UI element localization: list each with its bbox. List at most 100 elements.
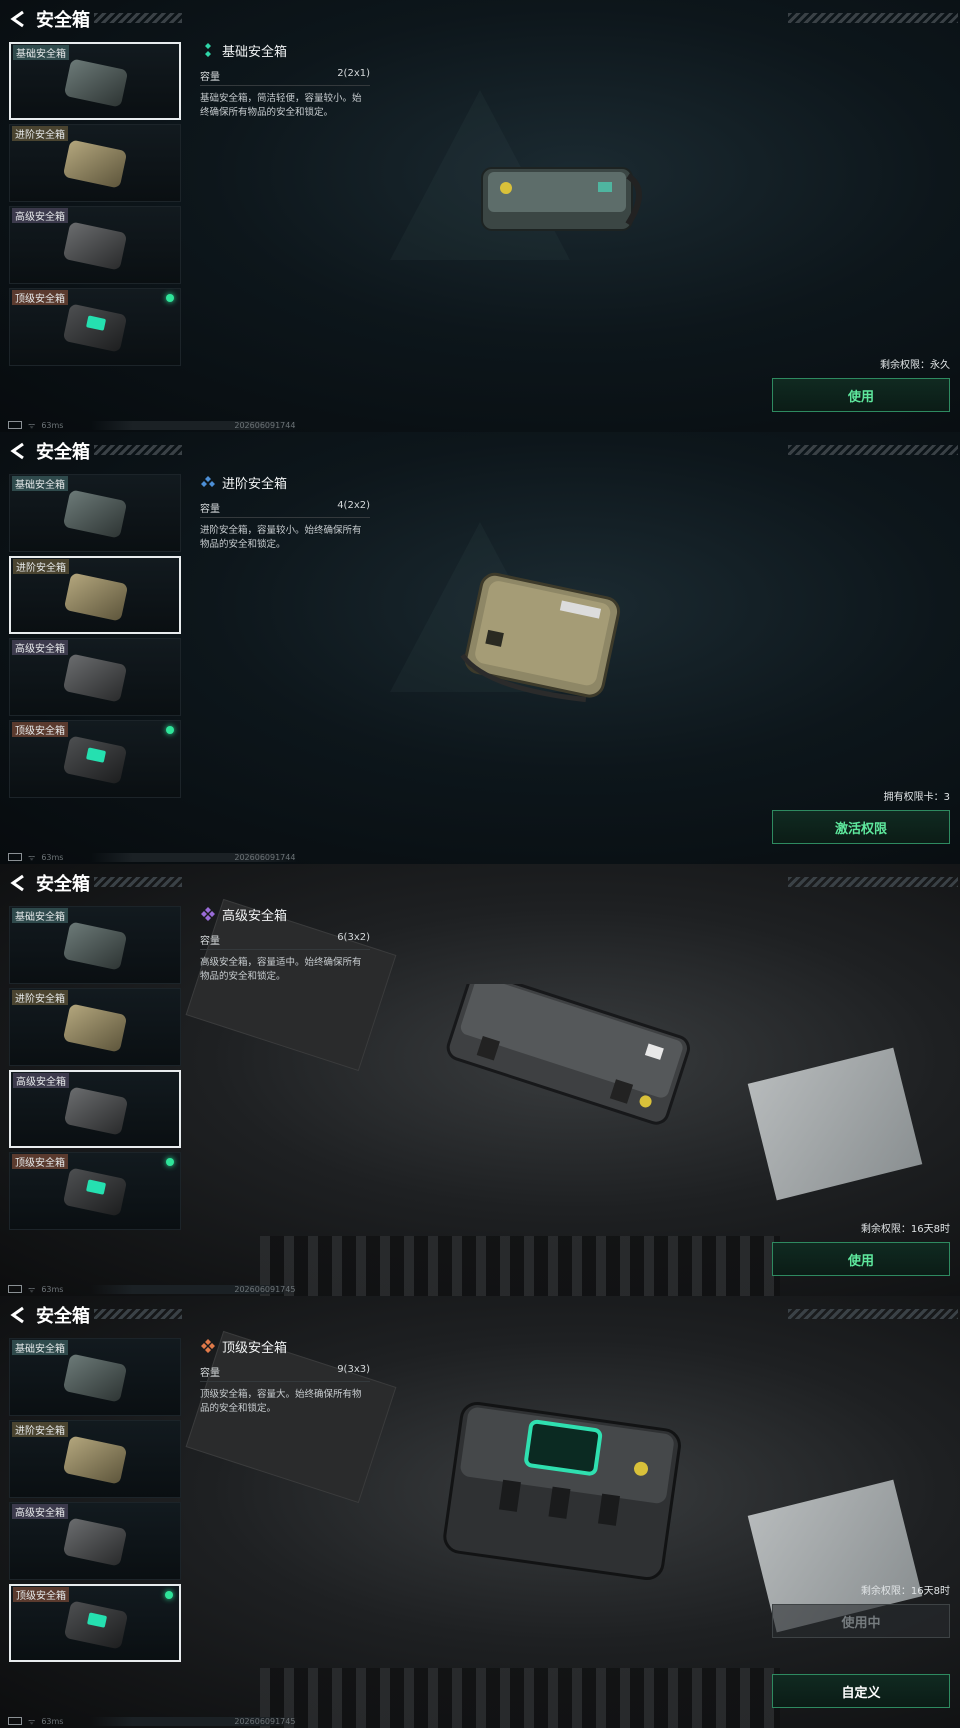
advanced-case-thumb <box>62 1435 128 1485</box>
page-title: 安全箱 <box>36 874 90 895</box>
info-panel: 基础安全箱 容量 2(2x1) 基础安全箱，简洁轻便，容量较小。始终确保所有物品的… <box>200 38 370 120</box>
panel-top: 安全箱 基础安全箱 进阶安全箱 高级安全箱 顶级安全箱 顶级安全箱 容量 9(3x… <box>0 1296 960 1728</box>
remaining-permission: 剩余权限：16天8时 <box>860 1224 950 1235</box>
item-label: 基础安全箱 <box>13 45 69 60</box>
item-label: 进阶安全箱 <box>12 990 68 1005</box>
item-label: 高级安全箱 <box>12 1504 68 1519</box>
info-panel: 高级安全箱 容量 6(3x2) 高级安全箱，容量适中。始终确保所有物品的安全和锁定… <box>200 902 370 984</box>
item-label: 顶级安全箱 <box>13 1587 69 1602</box>
item-label: 高级安全箱 <box>12 208 68 223</box>
tier3-diamond-icon <box>201 907 215 921</box>
back-arrow-icon[interactable] <box>8 8 30 30</box>
advanced-case-thumb <box>62 1003 128 1053</box>
use-button[interactable]: 使用 <box>772 1242 950 1276</box>
capacity-label: 容量 <box>200 504 220 515</box>
panel-advanced: 安全箱 基础安全箱 进阶安全箱 高级安全箱 顶级安全箱 进阶安全箱 容量 4(2x… <box>0 432 960 864</box>
capacity-value: 9(3x3) <box>337 1364 370 1375</box>
list-item-advanced[interactable]: 进阶安全箱 <box>9 1420 181 1498</box>
in-use-button: 使用中 <box>772 1604 950 1638</box>
senior-case-thumb <box>62 653 128 703</box>
battery-icon <box>8 421 22 429</box>
list-item-advanced[interactable]: 进阶安全箱 <box>9 556 181 634</box>
top-case-thumb <box>62 735 128 785</box>
page-title: 安全箱 <box>36 1306 90 1327</box>
ping-text: 63ms <box>41 1284 64 1294</box>
item-label: 进阶安全箱 <box>12 1422 68 1437</box>
capacity-value: 6(3x2) <box>337 932 370 943</box>
basic-case-thumb <box>62 921 128 971</box>
battery-icon <box>8 853 22 861</box>
status-bar: ᯤ 63ms 202606091745 <box>8 1716 300 1726</box>
case-description: 高级安全箱，容量适中。始终确保所有物品的安全和锁定。 <box>200 957 362 982</box>
decor-grill <box>260 1236 780 1296</box>
ping-text: 63ms <box>41 420 64 430</box>
basic-case-thumb <box>63 58 129 108</box>
case-description: 基础安全箱，简洁轻便，容量较小。始终确保所有物品的安全和锁定。 <box>200 93 362 118</box>
top-case-thumb <box>62 303 128 353</box>
list-item-senior[interactable]: 高级安全箱 <box>9 1070 181 1148</box>
ping-text: 63ms <box>41 1716 64 1726</box>
safebox-list: 基础安全箱 进阶安全箱 高级安全箱 顶级安全箱 <box>9 1338 183 1666</box>
list-item-senior[interactable]: 高级安全箱 <box>9 206 181 284</box>
timestamp-text: 202606091745 <box>91 1284 300 1294</box>
wifi-icon: ᯤ <box>28 1716 36 1726</box>
active-dot-icon <box>166 1158 174 1166</box>
header-stripe-right <box>788 1309 958 1319</box>
decor-map <box>747 1047 923 1201</box>
list-item-basic[interactable]: 基础安全箱 <box>9 474 181 552</box>
list-item-advanced[interactable]: 进阶安全箱 <box>9 988 181 1066</box>
list-item-senior[interactable]: 高级安全箱 <box>9 638 181 716</box>
item-label: 进阶安全箱 <box>12 126 68 141</box>
senior-case-thumb <box>63 1086 129 1136</box>
list-item-basic[interactable]: 基础安全箱 <box>9 1338 181 1416</box>
status-bar: ᯤ 63ms 202606091744 <box>8 852 300 862</box>
activate-permission-button[interactable]: 激活权限 <box>772 810 950 844</box>
remaining-permission: 剩余权限：16天8时 <box>860 1586 950 1597</box>
wifi-icon: ᯤ <box>28 420 36 430</box>
battery-icon <box>8 1717 22 1725</box>
advanced-case-thumb <box>63 572 129 622</box>
customize-button[interactable]: 自定义 <box>772 1674 950 1708</box>
timestamp-text: 202606091744 <box>91 852 300 862</box>
back-arrow-icon[interactable] <box>8 1304 30 1326</box>
active-dot-icon <box>165 1591 173 1599</box>
decor-grill <box>260 1668 780 1728</box>
case-name: 高级安全箱 <box>222 908 288 924</box>
list-item-top[interactable]: 顶级安全箱 <box>9 1152 181 1230</box>
list-item-senior[interactable]: 高级安全箱 <box>9 1502 181 1580</box>
safebox-list: 基础安全箱 进阶安全箱 高级安全箱 顶级安全箱 <box>9 42 183 370</box>
case-description: 顶级安全箱，容量大。始终确保所有物品的安全和锁定。 <box>200 1389 362 1414</box>
info-panel: 进阶安全箱 容量 4(2x2) 进阶安全箱，容量较小。始终确保所有物品的安全和锁定… <box>200 470 370 552</box>
list-item-top[interactable]: 顶级安全箱 <box>9 288 181 366</box>
list-item-basic[interactable]: 基础安全箱 <box>9 42 181 120</box>
capacity-value: 4(2x2) <box>337 500 370 511</box>
list-item-basic[interactable]: 基础安全箱 <box>9 906 181 984</box>
item-label: 顶级安全箱 <box>12 722 68 737</box>
tier1-diamond-icon <box>205 43 211 57</box>
capacity-label: 容量 <box>200 936 220 947</box>
back-arrow-icon[interactable] <box>8 872 30 894</box>
list-item-advanced[interactable]: 进阶安全箱 <box>9 124 181 202</box>
header-stripe-right <box>788 13 958 23</box>
use-button[interactable]: 使用 <box>772 378 950 412</box>
header-stripe-right <box>788 877 958 887</box>
back-arrow-icon[interactable] <box>8 440 30 462</box>
advanced-case-image <box>460 572 621 702</box>
senior-case-thumb <box>62 221 128 271</box>
top-case-thumb <box>62 1167 128 1217</box>
active-dot-icon <box>166 294 174 302</box>
panel-senior: 安全箱 基础安全箱 进阶安全箱 高级安全箱 顶级安全箱 高级安全箱 容量 6(3x… <box>0 864 960 1296</box>
top-case-thumb <box>63 1600 129 1650</box>
basic-case-thumb <box>62 489 128 539</box>
list-item-top[interactable]: 顶级安全箱 <box>9 1584 181 1662</box>
basic-case-image <box>481 167 642 231</box>
item-label: 高级安全箱 <box>13 1073 69 1088</box>
timestamp-text: 202606091744 <box>91 420 300 430</box>
ping-text: 63ms <box>41 852 64 862</box>
list-item-top[interactable]: 顶级安全箱 <box>9 720 181 798</box>
safebox-list: 基础安全箱 进阶安全箱 高级安全箱 顶级安全箱 <box>9 906 183 1234</box>
item-label: 顶级安全箱 <box>12 290 68 305</box>
active-dot-icon <box>166 726 174 734</box>
header-stripe-left <box>94 445 182 455</box>
safebox-list: 基础安全箱 进阶安全箱 高级安全箱 顶级安全箱 <box>9 474 183 802</box>
